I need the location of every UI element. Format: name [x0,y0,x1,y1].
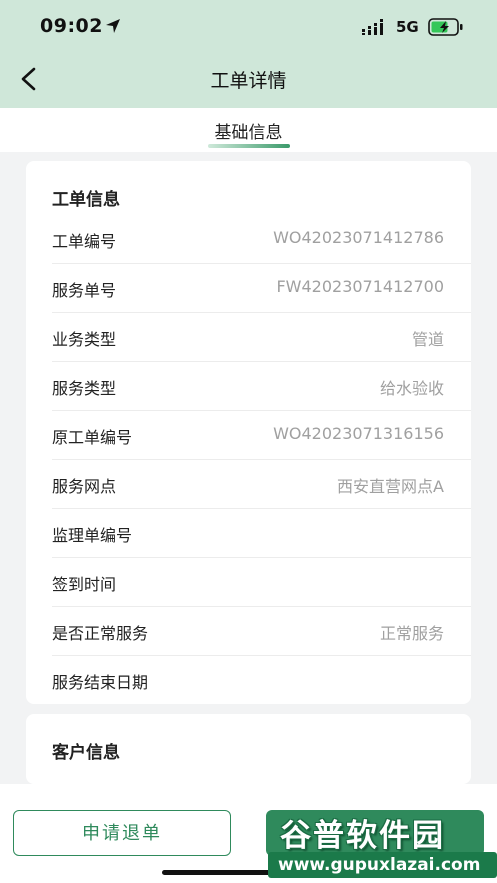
info-row: 服务类型 给水验收 [26,362,471,411]
row-value: WO42023071412786 [273,228,444,247]
row-label: 原工单编号 [52,428,133,447]
watermark: 谷普软件园 www.gupuxlazai.com [268,810,497,883]
row-label: 签到时间 [52,575,117,594]
row-value: WO42023071316156 [273,424,444,443]
status-time: 09:02 [40,15,103,37]
signal-icon [362,19,383,35]
network-type: 5G [396,18,419,36]
page-title: 工单详情 [210,70,287,92]
row-label: 服务结束日期 [52,673,149,692]
info-row: 服务单号 FW42023071412700 [26,264,471,313]
info-row: 工单编号 WO42023071412786 [26,215,471,264]
row-label: 工单编号 [52,232,117,251]
row-label: 监理单编号 [52,526,133,545]
row-value: 给水验收 [379,379,444,398]
info-row: 业务类型 管道 [26,313,471,362]
battery-charging-icon [428,18,463,36]
info-row: 原工单编号 WO42023071316156 [26,411,471,460]
row-value: FW42023071412700 [276,277,444,296]
status-bar: 09:02 5G [0,0,497,56]
customer-card-title: 客户信息 [52,743,120,763]
tab-bar: 基础信息 [0,108,497,152]
row-value: 正常服务 [379,624,444,643]
watermark-text: 谷普软件园 [280,818,445,854]
row-label: 业务类型 [52,330,117,349]
row-value: 西安直营网点A [337,477,444,496]
active-tab-indicator [208,144,290,148]
apply-cancel-order-button[interactable]: 申请退单 [13,810,231,856]
watermark-url: www.gupuxlazai.com [268,852,497,878]
work-order-card-title: 工单信息 [52,190,120,210]
row-label: 是否正常服务 [52,624,149,643]
header-background: 09:02 5G 工单详情 [0,0,497,108]
row-label: 服务类型 [52,379,117,398]
info-row: 签到时间 [26,558,471,607]
work-order-card: 工单信息 工单编号 WO42023071412786 服务单号 FW420230… [26,161,471,704]
info-row: 监理单编号 [26,509,471,558]
info-row: 服务结束日期 [26,656,471,705]
row-value: 管道 [411,330,444,349]
location-arrow-icon [106,19,120,33]
tab-basic-info[interactable]: 基础信息 [0,118,497,143]
customer-card: 客户信息 [26,714,471,784]
row-label: 服务单号 [52,281,117,300]
info-row: 是否正常服务 正常服务 [26,607,471,656]
info-row: 服务网点 西安直营网点A [26,460,471,509]
row-label: 服务网点 [52,477,117,496]
